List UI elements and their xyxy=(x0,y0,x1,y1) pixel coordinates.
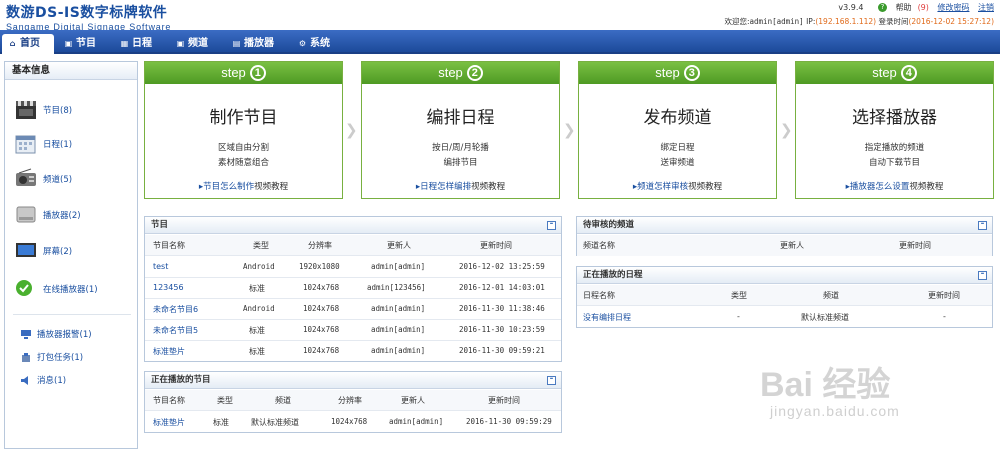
login-time: (2016-12-02 15:27:12) xyxy=(908,17,994,26)
grid-icon: ▦ xyxy=(120,39,129,48)
film-clapper-icon xyxy=(16,101,36,119)
programs-panel: 节目 - 节目名称 类型 分辨率 更新人 更新时间 test Android 19… xyxy=(144,216,562,362)
panel-title: 正在播放的节目 - xyxy=(145,372,561,389)
collapse-icon[interactable]: - xyxy=(547,220,556,230)
table-header: 节目名称 类型 频道 分辨率 更新人 更新时间 xyxy=(145,390,561,411)
step-card-3: step 3 发布频道 绑定日程 送审频道 ▸频道怎样审核视频教程 xyxy=(578,61,777,199)
player-box-icon xyxy=(16,206,36,223)
step-header: step 2 xyxy=(362,62,559,84)
table-header: 节目名称 类型 分辨率 更新人 更新时间 xyxy=(145,235,561,256)
alarm-icon xyxy=(21,330,31,339)
help-icon: ? xyxy=(878,3,888,12)
step-card-2: step 2 编排日程 按日/周/月轮播 编排节目 ▸日程怎样编排视频教程 xyxy=(361,61,560,199)
main-nav: ⌂ 首页 ▣ 节目 ▦ 日程 ▣ 频道 ▤ 播放器 ⚙ 系统 xyxy=(0,30,1000,54)
chevron-right-icon: ❯ xyxy=(345,121,358,139)
help-link[interactable]: ? 帮助 (9) xyxy=(872,3,929,12)
table-row[interactable]: 123456 标准 1024x768 admin[123456] 2016-12… xyxy=(145,278,561,299)
calendar-icon xyxy=(15,135,36,154)
tab-programs[interactable]: ▣ 节目 xyxy=(58,34,96,54)
user-info: 欢迎您:admin[admin] IP:(192.168.1.112) 登录时间… xyxy=(724,17,994,26)
ip-address: (192.168.1.112) xyxy=(815,17,877,26)
header-links: v3.9.4 ? 帮助 (9) 修改密码 注销 xyxy=(832,2,994,13)
panel-title: 正在播放的日程 - xyxy=(577,267,992,284)
tab-home[interactable]: ⌂ 首页 xyxy=(2,34,54,54)
collapse-icon[interactable]: - xyxy=(547,375,556,385)
step-description: 指定播放的频道 自动下载节目 xyxy=(864,143,925,168)
step-header: step 1 xyxy=(145,62,342,84)
step-description: 按日/周/月轮播 编排节目 xyxy=(432,143,489,168)
radio-icon xyxy=(16,168,36,186)
tab-players[interactable]: ▤ 播放器 xyxy=(226,34,274,54)
table-row[interactable]: 未命名节目5 标准 1024x768 admin[admin] 2016-11-… xyxy=(145,320,561,341)
header: 数游DS-IS数字标牌软件 Sangame Digital Signage So… xyxy=(0,0,1000,32)
panel-title: 节目 - xyxy=(145,217,561,234)
panel-title: 待审核的频道 - xyxy=(577,217,992,234)
step-title: 编排日程 xyxy=(426,108,495,128)
radio-icon: ▣ xyxy=(176,39,185,48)
chevron-right-icon: ❯ xyxy=(780,121,793,139)
sidebar-item-player-alarm[interactable]: 播放器报警(1) xyxy=(21,328,92,340)
tutorial-link[interactable]: ▸日程怎样编排视频教程 xyxy=(362,180,559,192)
watermark-url: jingyan.baidu.com xyxy=(770,403,900,419)
table-row[interactable]: test Android 1920x1080 admin[admin] 2016… xyxy=(145,257,561,278)
tutorial-link[interactable]: ▸频道怎样审核视频教程 xyxy=(579,180,776,192)
sidebar-title: 基本信息 xyxy=(5,62,137,80)
step-card-1: step 1 制作节目 区域自由分割 素材随意组合 ▸节目怎么制作视频教程 xyxy=(144,61,343,199)
version-label: v3.9.4 xyxy=(838,3,864,12)
logout-link[interactable]: 注销 xyxy=(978,3,994,12)
table-row[interactable]: 没有编排日程 - 默认标准频道 - xyxy=(577,307,992,328)
pending-channels-panel: 待审核的频道 - 频道名称 更新人 更新时间 xyxy=(576,216,993,256)
change-password-link[interactable]: 修改密码 xyxy=(937,3,969,12)
watermark-logo: Bai 经验 xyxy=(760,366,891,404)
step-title: 发布频道 xyxy=(643,108,712,128)
tab-channels[interactable]: ▣ 频道 xyxy=(170,34,208,54)
step-title: 选择播放器 xyxy=(852,108,937,128)
logo: 数游DS-IS数字标牌软件 Sangame Digital Signage So… xyxy=(6,2,171,32)
gears-icon: ⚙ xyxy=(298,39,307,48)
tutorial-link[interactable]: ▸节目怎么制作视频教程 xyxy=(145,180,342,192)
collapse-icon[interactable]: - xyxy=(978,220,987,230)
screen-icon xyxy=(16,243,36,257)
table-row[interactable]: 标准垫片 标准 默认标准频道 1024x768 admin[admin] 201… xyxy=(145,412,561,433)
speaker-icon xyxy=(21,376,28,385)
tab-system[interactable]: ⚙ 系统 xyxy=(292,34,330,54)
monitor-icon: ▤ xyxy=(232,39,241,48)
tab-schedule[interactable]: ▦ 日程 xyxy=(114,34,152,54)
step-header: step 4 xyxy=(796,62,993,84)
step-header: step 3 xyxy=(579,62,776,84)
table-row[interactable]: 未命名节目6 Android 1024x768 admin[admin] 201… xyxy=(145,299,561,320)
sidebar-item-messages[interactable]: 消息(1) xyxy=(21,374,66,386)
step-card-4: step 4 选择播放器 指定播放的频道 自动下载节目 ▸播放器怎么设置视频教程 xyxy=(795,61,994,199)
playing-programs-panel: 正在播放的节目 - 节目名称 类型 频道 分辨率 更新人 更新时间 标准垫片 标准… xyxy=(144,371,562,433)
table-header: 日程名称 类型 频道 更新时间 xyxy=(577,285,992,306)
check-circle-icon xyxy=(16,280,32,296)
step-description: 区域自由分割 素材随意组合 xyxy=(217,143,269,168)
package-icon xyxy=(22,353,30,362)
step-description: 绑定日程 送审频道 xyxy=(660,143,695,168)
table-row[interactable]: 标准垫片 标准 1024x768 admin[admin] 2016-11-30… xyxy=(145,341,561,362)
sidebar: 基本信息 节目(8) 日程(1) 频道(5) 播放器(2) 屏幕(2) 在线播放… xyxy=(4,61,138,449)
table-header: 频道名称 更新人 更新时间 xyxy=(577,235,992,256)
step-title: 制作节目 xyxy=(209,108,278,128)
sidebar-item-package-tasks[interactable]: 打包任务(1) xyxy=(21,351,83,363)
chevron-right-icon: ❯ xyxy=(563,121,576,139)
tutorial-link[interactable]: ▸播放器怎么设置视频教程 xyxy=(796,180,993,192)
playing-schedules-panel: 正在播放的日程 - 日程名称 类型 频道 更新时间 没有编排日程 - 默认标准频道… xyxy=(576,266,993,328)
collapse-icon[interactable]: - xyxy=(978,270,987,280)
logo-title: 数游DS-IS数字标牌软件 xyxy=(6,5,168,21)
home-icon: ⌂ xyxy=(9,39,16,48)
film-icon: ▣ xyxy=(64,39,73,48)
username: admin[admin] xyxy=(749,17,804,26)
